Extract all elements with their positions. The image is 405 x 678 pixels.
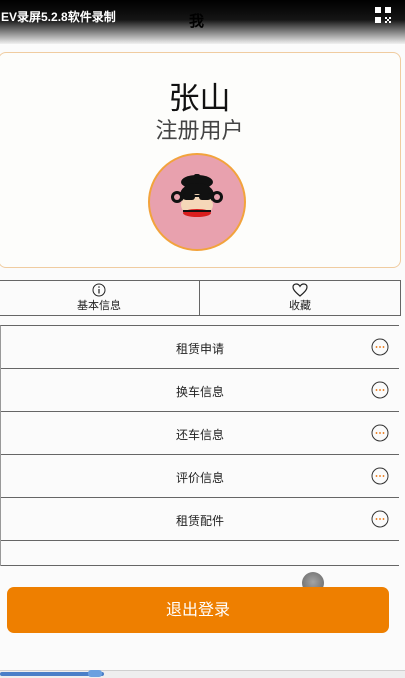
qr-code-icon[interactable] (374, 6, 392, 24)
page-title: 我 (189, 12, 205, 30)
menu-item-label: 还车信息 (175, 428, 224, 442)
menu-item-reviews[interactable]: 评价信息 (1, 455, 399, 498)
menu-item-car-return[interactable]: 还车信息 (1, 412, 399, 455)
menu-item-label: 换车信息 (175, 385, 224, 399)
menu-spacer (1, 541, 399, 566)
user-role: 注册用户 (155, 119, 244, 144)
info-icon (92, 283, 106, 297)
tab-favorites-label: 收藏 (289, 299, 311, 312)
menu-item-label: 评价信息 (175, 471, 224, 485)
recorder-watermark: EV录屏5.2.8软件录制 (1, 10, 116, 24)
heart-icon (292, 283, 308, 297)
profile-tabs: 基本信息 收藏 (0, 280, 401, 316)
top-bar: EV录屏5.2.8软件录制 我 (0, 0, 405, 44)
more-icon[interactable] (371, 338, 389, 356)
monkey-avatar-icon (171, 174, 223, 217)
menu-item-rental-accessories[interactable]: 租赁配件 (1, 498, 399, 541)
menu-item-car-exchange[interactable]: 换车信息 (1, 369, 399, 412)
menu-list: 租赁申请 换车信息 还车信息 评价信息 租赁配件 (0, 325, 399, 566)
profile-card: 张山 注册用户 (0, 52, 401, 268)
more-icon[interactable] (371, 467, 389, 485)
logout-button[interactable]: 退出登录 (7, 587, 389, 633)
more-icon[interactable] (371, 381, 389, 399)
more-icon[interactable] (371, 424, 389, 442)
tab-favorites[interactable]: 收藏 (199, 281, 400, 315)
tab-basic-info-label: 基本信息 (77, 299, 121, 312)
menu-item-label: 租赁配件 (175, 514, 224, 528)
user-name: 张山 (168, 81, 231, 117)
avatar[interactable] (148, 153, 246, 251)
tab-basic-info[interactable]: 基本信息 (0, 281, 199, 315)
scrollbar-handle[interactable] (88, 670, 102, 677)
menu-item-rental-application[interactable]: 租赁申请 (1, 326, 399, 369)
more-icon[interactable] (371, 510, 389, 528)
menu-item-label: 租赁申请 (175, 342, 224, 356)
